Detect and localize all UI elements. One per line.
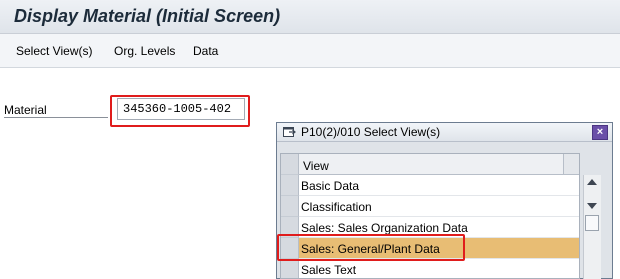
row-label: Sales: General/Plant Data: [301, 242, 440, 256]
page-title: Display Material (Initial Screen): [14, 6, 281, 26]
close-button[interactable]: ×: [592, 125, 608, 140]
row-label: Classification: [301, 200, 372, 214]
menu-select-views[interactable]: Select View(s): [16, 44, 92, 58]
views-table: View Basic Data Classification Sales: Sa…: [280, 153, 580, 279]
table-row[interactable]: Basic Data: [281, 175, 579, 196]
row-selector[interactable]: [281, 238, 299, 259]
column-settings-cell[interactable]: [563, 154, 579, 174]
material-label: Material: [4, 102, 108, 118]
row-label: Basic Data: [301, 179, 360, 193]
title-bar: Display Material (Initial Screen): [0, 0, 620, 34]
material-input[interactable]: 345360-1005-402: [117, 98, 245, 120]
scroll-up-icon[interactable]: [587, 179, 597, 185]
menu-bar: Select View(s) Org. Levels Data: [0, 34, 620, 68]
row-label: Sales Text: [301, 263, 357, 277]
select-views-dialog: P10(2)/010 Select View(s) × View Basic D…: [276, 122, 613, 279]
table-header: View: [281, 154, 579, 175]
row-selector[interactable]: [281, 259, 299, 278]
row-selector[interactable]: [281, 175, 299, 196]
dialog-window-icon: [283, 127, 296, 137]
column-header-view: View: [303, 159, 329, 173]
scroll-down-icon[interactable]: [587, 203, 597, 209]
row-label: Sales: Sales Organization Data: [301, 221, 468, 235]
row-selector[interactable]: [281, 196, 299, 217]
select-all-cell[interactable]: [281, 154, 299, 175]
table-row[interactable]: Sales: Sales Organization Data: [281, 217, 579, 238]
table-row[interactable]: Classification: [281, 196, 579, 217]
dialog-header: P10(2)/010 Select View(s) ×: [277, 123, 612, 142]
menu-org-levels[interactable]: Org. Levels: [114, 44, 175, 58]
scroll-thumb[interactable]: [585, 215, 599, 231]
dialog-title: P10(2)/010 Select View(s): [301, 125, 441, 139]
menu-data[interactable]: Data: [193, 44, 218, 58]
table-row-selected[interactable]: Sales: General/Plant Data: [281, 238, 579, 259]
row-selector[interactable]: [281, 217, 299, 238]
table-row[interactable]: Sales Text: [281, 259, 579, 278]
vertical-scrollbar[interactable]: [583, 175, 601, 279]
